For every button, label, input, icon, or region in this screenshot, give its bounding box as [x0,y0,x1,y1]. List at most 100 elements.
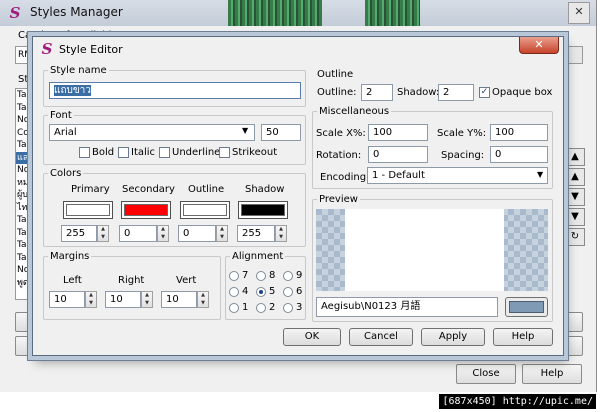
chevron-down-icon[interactable]: ▼ [242,126,248,135]
background-decoration [228,0,322,26]
alignment-radio-7[interactable] [229,271,239,281]
spacing-input[interactable]: 0 [490,146,548,163]
close-window-button[interactable]: ✕ [568,2,590,24]
font-size-input[interactable]: 50 [261,124,301,141]
secondary-color-button[interactable] [121,201,171,219]
move-up-icon: ▲ [571,171,579,182]
help-button[interactable]: Help [522,364,582,384]
alignment-radio-label: 7 [242,270,249,281]
shadow-color-button[interactable] [238,201,288,219]
margins-group [43,256,221,320]
preview-box-top [345,209,504,247]
margin-left-spinner[interactable]: ▲ ▼ [85,291,97,308]
move-up-button[interactable]: ▲ [565,168,585,186]
alignment-radio-9[interactable] [283,271,293,281]
shadow-alpha-input[interactable]: 255 [237,225,275,242]
preview-text-input[interactable]: Aegisub\N0123 月語 [316,297,498,317]
apply-button[interactable]: Apply [421,328,485,346]
scale-x-input[interactable]: 100 [368,124,428,141]
margin-vert-spinner[interactable]: ▲ ▼ [197,291,209,308]
outline-width-value: 2 [366,87,373,98]
encoding-value: 1 - Default [372,170,425,181]
rotation-value: 0 [373,149,380,160]
primary-color-button[interactable] [63,201,113,219]
alignment-radio-3[interactable] [283,303,293,313]
cancel-button[interactable]: Cancel [349,328,413,346]
margins-label: Margins [48,251,92,262]
outline-color-button[interactable] [180,201,230,219]
scale-y-input[interactable]: 100 [490,124,548,141]
primary-alpha-input[interactable]: 255 [61,225,97,242]
underline-label: Underline [172,147,221,158]
margin-vert-value: 10 [166,294,179,305]
alignment-radio-6[interactable] [283,287,293,297]
margin-right-input[interactable]: 10 [105,291,141,308]
move-down-button[interactable]: ▼ [565,188,585,206]
scale-x-label: Scale X%: [316,128,366,139]
underline-checkbox[interactable] [159,147,170,158]
alignment-radio-label: 2 [269,302,276,313]
margin-right-label: Right [118,275,145,286]
scale-y-value: 100 [495,127,515,138]
alignment-radio-2[interactable] [256,303,266,313]
shadow-depth-input[interactable]: 2 [438,84,474,101]
opaque-box-checkbox[interactable]: ✓ [479,87,490,98]
bold-checkbox[interactable] [79,147,90,158]
chevron-down-icon[interactable]: ▼ [537,170,543,179]
rotation-input[interactable]: 0 [368,146,428,163]
secondary-color-swatch [124,204,168,216]
outline-group-label: Outline [317,69,354,80]
move-to-bottom-button[interactable]: ▼ [565,208,585,226]
spacing-value: 0 [495,149,502,160]
alignment-label: Alignment [230,251,286,262]
outline-alpha-spinner[interactable]: ▲ ▼ [216,225,228,242]
font-size-value: 50 [266,127,279,138]
shadow-alpha-spinner[interactable]: ▲ ▼ [275,225,287,242]
sort-button[interactable]: ↻ [565,228,585,246]
outline-color-label: Outline [188,184,225,195]
margin-left-input[interactable]: 10 [49,291,85,308]
dialog-help-button[interactable]: Help [493,328,553,346]
scale-x-value: 100 [373,127,393,138]
shadow-color-swatch [241,204,285,216]
move-to-top-button[interactable]: ▲ [565,148,585,166]
outline-width-label: Outline: [317,87,357,98]
current-action-button[interactable] [563,336,583,356]
alignment-radio-label: 4 [242,286,249,297]
style-name-input[interactable]: แถบขาว [49,82,301,99]
strikeout-checkbox[interactable] [219,147,230,158]
alignment-radio-label: 5 [269,286,276,297]
move-bottom-icon: ▼ [571,211,579,222]
margin-vert-input[interactable]: 10 [161,291,197,308]
scale-y-label: Scale Y%: [437,128,487,139]
alignment-radio-1[interactable] [229,303,239,313]
alignment-radio-8[interactable] [256,271,266,281]
dialog-close-button[interactable]: ✕ [519,37,559,54]
ok-button[interactable]: OK [283,328,341,346]
current-action-button[interactable] [563,312,583,332]
encoding-select[interactable]: 1 - Default [367,167,548,184]
watermark-text: [687x450] http://upic.me/ [439,394,596,409]
margin-right-value: 10 [110,294,123,305]
catalog-new-button[interactable] [563,46,583,64]
outline-width-input[interactable]: 2 [361,84,393,101]
alignment-radio-4[interactable] [229,287,239,297]
primary-alpha-spinner[interactable]: ▲ ▼ [97,225,109,242]
shadow-alpha-value: 255 [242,228,262,239]
shadow-color-label: Shadow [245,184,285,195]
opaque-box-label: Opaque box [492,87,553,98]
italic-checkbox[interactable] [118,147,129,158]
font-family-select[interactable]: Arial [49,124,255,141]
alignment-radio-5[interactable] [256,287,266,297]
preview-label: Preview [317,194,360,205]
secondary-alpha-spinner[interactable]: ▲ ▼ [157,225,169,242]
move-top-icon: ▲ [571,151,579,162]
rotation-label: Rotation: [316,150,362,161]
secondary-alpha-input[interactable]: 0 [119,225,157,242]
close-button[interactable]: Close [456,364,516,384]
outline-alpha-input[interactable]: 0 [178,225,216,242]
margin-right-spinner[interactable]: ▲ ▼ [141,291,153,308]
shadow-depth-value: 2 [443,87,450,98]
font-label: Font [48,110,74,121]
preview-background-color-button[interactable] [505,297,548,317]
